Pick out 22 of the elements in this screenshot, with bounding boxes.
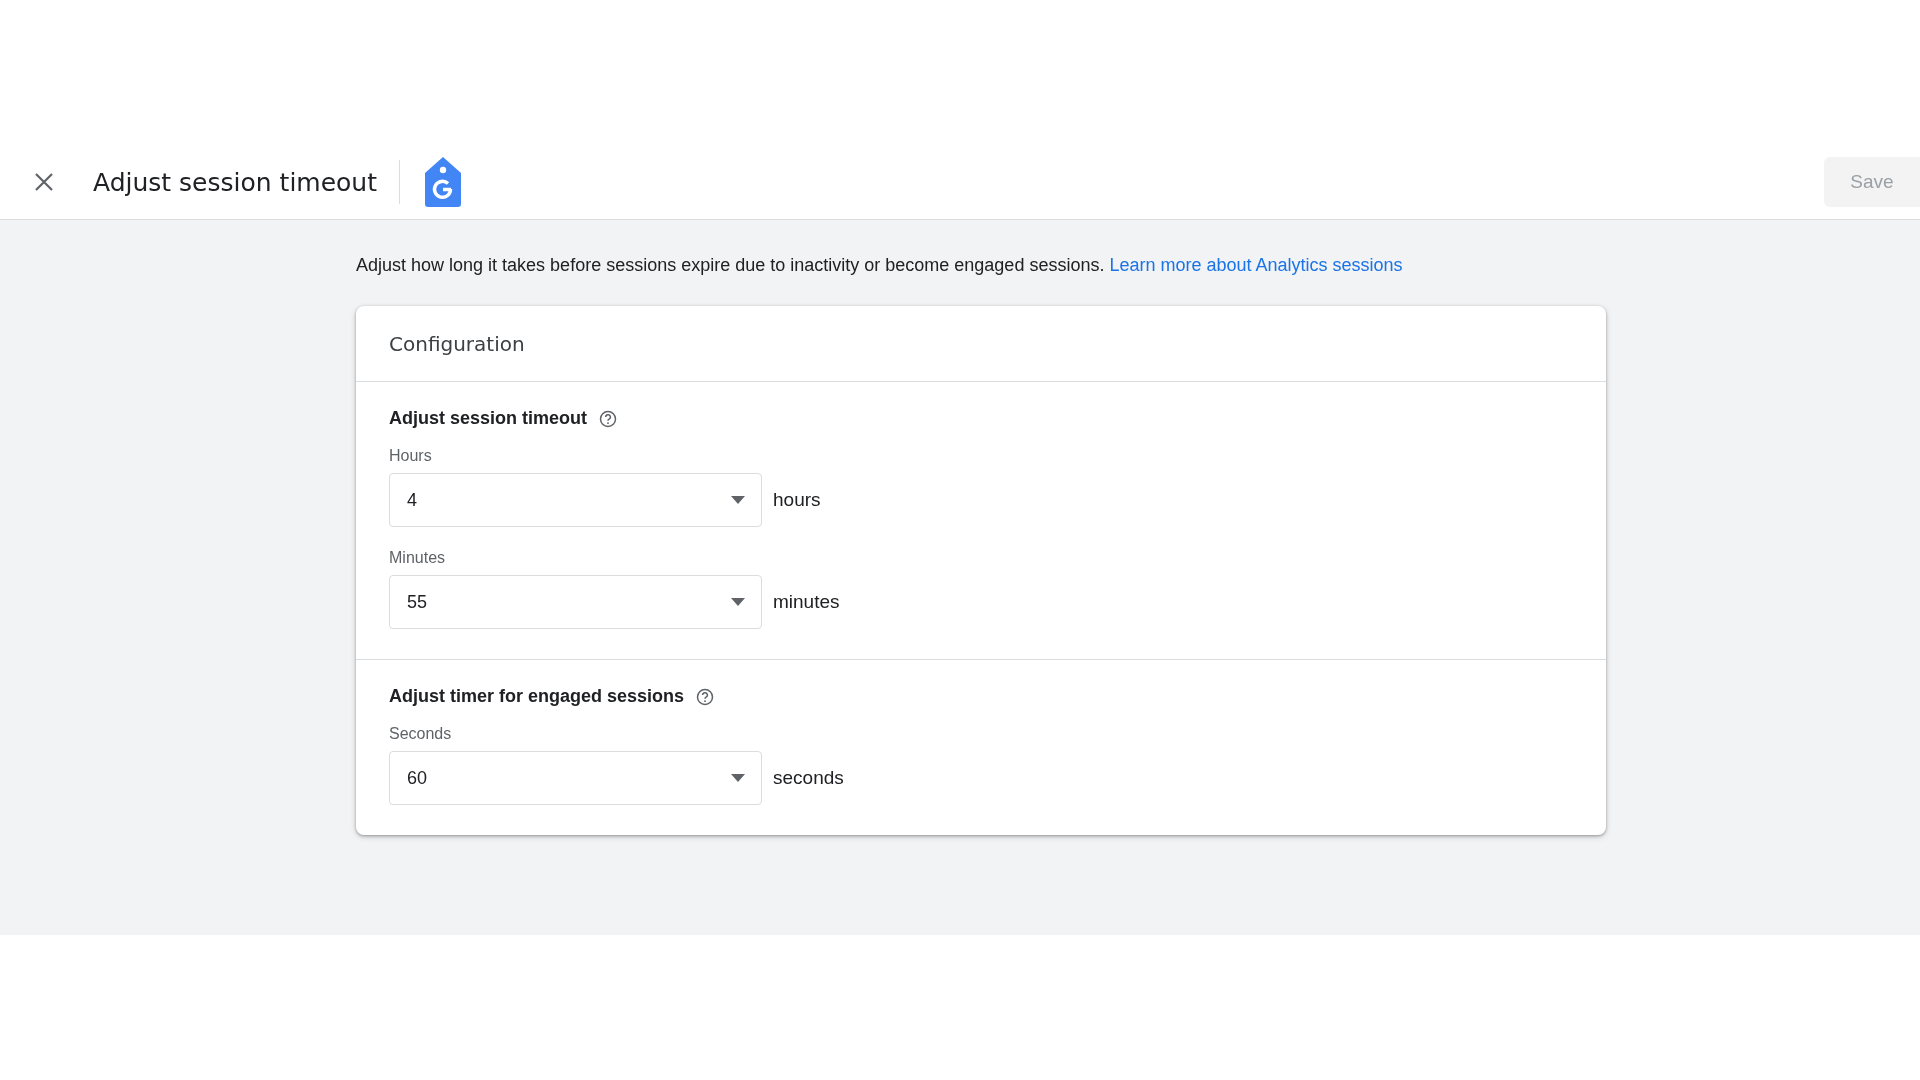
section-title: Adjust timer for engaged sessions	[389, 686, 685, 707]
description-text: Adjust how long it takes before sessions expire due to inactivity or become engaged sessions. Learn more about Analytics sessions	[356, 255, 1404, 276]
unit-label: hours	[773, 489, 821, 511]
unit-label: minutes	[773, 591, 840, 613]
help-icon[interactable]	[599, 409, 618, 428]
learn-more-link[interactable]: Learn more about Analytics sessions	[1109, 255, 1403, 275]
caret-icon	[731, 774, 745, 782]
dropdown-field[interactable]: 60	[389, 751, 762, 805]
caret-icon	[731, 496, 745, 504]
card-title: Configuration	[389, 331, 525, 356]
page-title: Adjust session timeout	[93, 167, 377, 197]
tag-logo-icon	[423, 156, 463, 208]
close-icon[interactable]	[33, 171, 55, 193]
field-label: Seconds	[389, 725, 452, 743]
dropdown-field[interactable]: 55	[389, 575, 762, 629]
caret-icon	[731, 598, 745, 606]
help-icon[interactable]	[696, 687, 715, 706]
field-label: Hours	[389, 447, 432, 465]
dropdown-field[interactable]: 4	[389, 473, 762, 527]
field-label: Minutes	[389, 549, 446, 567]
unit-label: seconds	[773, 767, 844, 789]
section-title: Adjust session timeout	[389, 408, 588, 429]
